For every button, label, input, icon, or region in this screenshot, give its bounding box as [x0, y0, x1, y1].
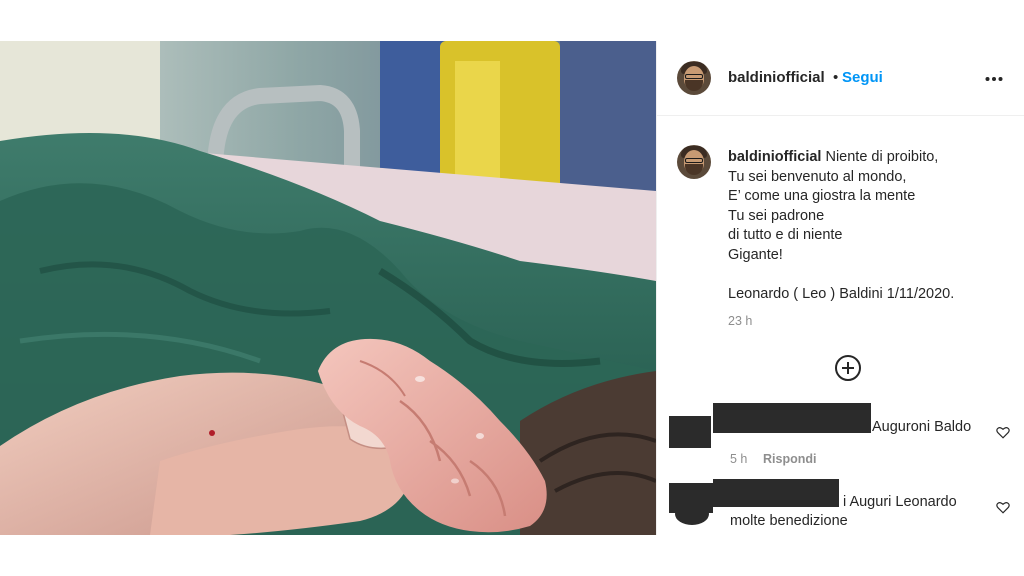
caption-username[interactable]: baldiniofficial: [728, 149, 821, 165]
post-caption: baldiniofficial Niente di proibito, Tu s…: [728, 148, 1018, 304]
plus-circle-icon[interactable]: [835, 355, 861, 381]
caption-line-3: E’ come una giostra la mente: [728, 188, 916, 204]
redacted-avatar-2: [669, 483, 713, 513]
heart-icon[interactable]: [996, 426, 1010, 439]
post-side-panel: baldiniofficial • Segui baldiniofficial …: [656, 41, 1024, 535]
caption-avatar[interactable]: [677, 145, 711, 179]
comment-2-text-line2: molte benedizione: [730, 513, 848, 529]
comment-2-text: i Auguri Leonardo: [843, 494, 957, 510]
caption-line-4: Tu sei padrone: [728, 207, 825, 224]
comment-1-text: Auguroni Baldo: [872, 419, 972, 435]
caption-line-2: Tu sei benvenuto al mondo,: [728, 168, 907, 185]
post-photo[interactable]: [0, 41, 656, 535]
comment-1-reply-button[interactable]: Rispondi: [763, 452, 816, 466]
header-username[interactable]: baldiniofficial: [728, 69, 825, 86]
more-options-icon[interactable]: [985, 65, 1003, 88]
newborn-hand-image: [0, 41, 656, 535]
post-timestamp[interactable]: 23 h: [728, 314, 752, 328]
caption-line-8: Leonardo ( Leo ) Baldini 1/11/2020.: [728, 285, 955, 302]
caption-line-5: di tutto e di niente: [728, 227, 843, 243]
redacted-avatar: [669, 416, 711, 448]
caption-line-6: Gigante!: [728, 246, 783, 263]
heart-icon[interactable]: [996, 501, 1010, 514]
instagram-post: baldiniofficial • Segui baldiniofficial …: [0, 41, 1024, 535]
redacted-username: [713, 403, 871, 433]
profile-avatar[interactable]: [677, 61, 711, 95]
post-header: baldiniofficial • Segui: [657, 41, 1024, 116]
comment-1-time[interactable]: 5 h: [730, 452, 747, 466]
header-separator: •: [833, 69, 839, 86]
redacted-username-2: [713, 479, 839, 507]
follow-button[interactable]: Segui: [842, 69, 883, 86]
caption-line-1: Niente di proibito,: [825, 149, 939, 165]
